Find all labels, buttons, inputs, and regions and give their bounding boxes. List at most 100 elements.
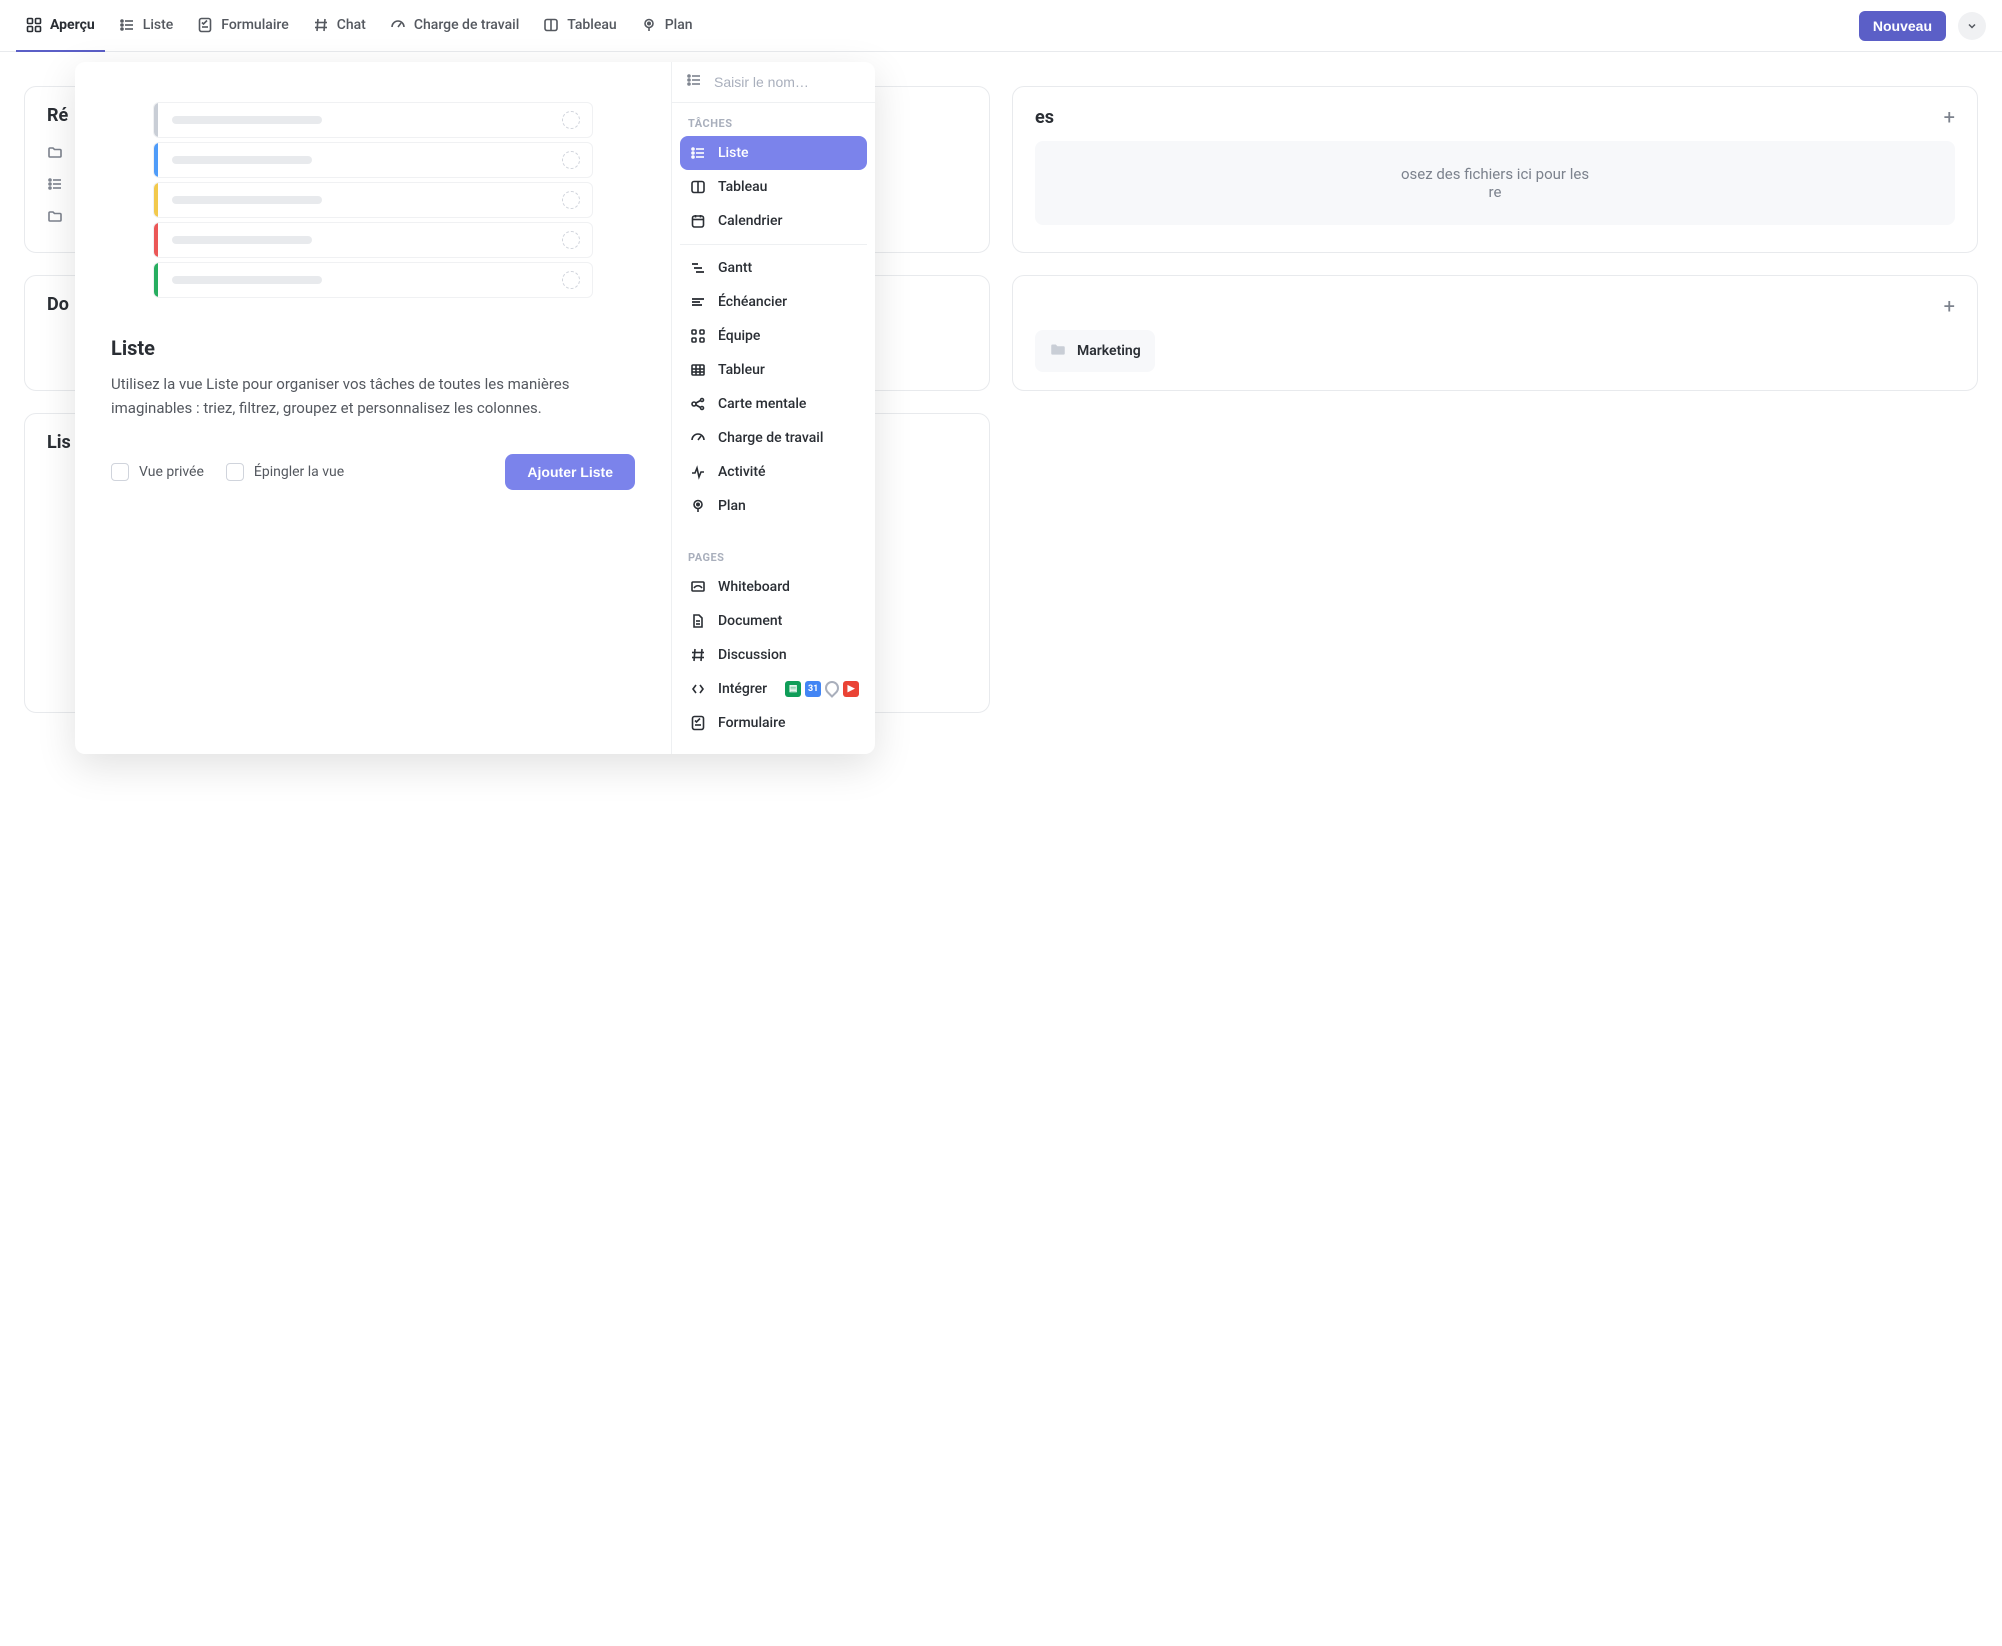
chevron-down-icon [1966, 20, 1978, 32]
timeline-icon [690, 294, 706, 310]
preview-graphic [153, 102, 593, 298]
list-icon [119, 17, 135, 33]
option-label: Intégrer [718, 681, 767, 697]
whiteboard-icon [690, 579, 706, 595]
board-icon [690, 179, 706, 195]
card-resources: es + osez des fichiers ici pour les re [1012, 86, 1978, 253]
topbar: Aperçu Liste Formulaire Chat Charge de t… [0, 0, 2002, 52]
option-label: Document [718, 613, 782, 629]
checkbox-label: Vue privée [139, 464, 204, 480]
view-option-carte-mentale[interactable]: Carte mentale [680, 387, 867, 421]
tab-label: Tableau [567, 17, 616, 33]
grid-icon [26, 17, 42, 33]
tab-formulaire[interactable]: Formulaire [187, 0, 298, 52]
card-title: Ré [47, 105, 68, 126]
view-option-calendrier[interactable]: Calendrier [680, 204, 867, 238]
dropzone[interactable]: osez des fichiers ici pour les re [1035, 141, 1955, 225]
tab-tableau[interactable]: Tableau [533, 0, 626, 52]
view-option-charge[interactable]: Charge de travail [680, 421, 867, 455]
popover-options-pane: Tâches Liste Tableau Calendrier Gantt [671, 62, 875, 754]
view-option-document[interactable]: Document [680, 604, 867, 638]
checkbox-private[interactable]: Vue privée [111, 463, 204, 481]
view-option-discussion[interactable]: Discussion [680, 638, 867, 672]
dropzone-text: osez des fichiers ici pour les [1059, 165, 1931, 183]
add-folder-button[interactable]: + [1944, 294, 1955, 318]
mindmap-icon [690, 396, 706, 412]
option-label: Liste [718, 145, 749, 161]
tab-label: Aperçu [50, 17, 95, 33]
option-label: Tableur [718, 362, 765, 378]
card-title: es [1035, 107, 1054, 128]
team-icon [690, 328, 706, 344]
card-title: Lis [47, 432, 71, 453]
checkbox-pin[interactable]: Épingler la vue [226, 463, 344, 481]
embed-service-icons: ▤ 31 ▶ [785, 681, 859, 697]
activity-icon [690, 464, 706, 480]
section-label-pages: Pages [672, 537, 875, 570]
card-folders: + Marketing [1012, 275, 1978, 391]
dropzone-text: re [1059, 183, 1931, 201]
view-option-formulaire[interactable]: Formulaire [680, 706, 867, 740]
option-label: Plan [718, 498, 746, 514]
tab-charge[interactable]: Charge de travail [380, 0, 529, 52]
option-label: Calendrier [718, 213, 782, 229]
tab-plan[interactable]: Plan [631, 0, 703, 52]
hash-icon [690, 647, 706, 663]
popover-description: Utilisez la vue Liste pour organiser vos… [111, 372, 635, 420]
checkbox-icon [111, 463, 129, 481]
tab-label: Charge de travail [414, 17, 519, 33]
maps-icon [825, 681, 839, 695]
board-icon [543, 17, 559, 33]
section-label-tasks: Tâches [672, 103, 875, 136]
view-option-plan[interactable]: Plan [680, 489, 867, 523]
option-label: Échéancier [718, 294, 787, 310]
pin-icon [641, 17, 657, 33]
tab-liste[interactable]: Liste [109, 0, 184, 52]
add-view-popover: Liste Utilisez la vue Liste pour organis… [75, 62, 875, 754]
tab-label: Liste [143, 17, 174, 33]
checkbox-label: Épingler la vue [254, 464, 344, 480]
add-list-button[interactable]: Ajouter Liste [505, 454, 635, 490]
tab-chat[interactable]: Chat [303, 0, 376, 52]
add-resource-button[interactable]: + [1944, 105, 1955, 129]
sheets-icon: ▤ [785, 681, 801, 697]
folder-icon [1049, 340, 1067, 362]
popover-search[interactable] [672, 62, 875, 103]
view-option-echeancier[interactable]: Échéancier [680, 285, 867, 319]
view-option-tableau[interactable]: Tableau [680, 170, 867, 204]
gcal-icon: 31 [805, 681, 821, 697]
option-label: Whiteboard [718, 579, 790, 595]
view-option-activite[interactable]: Activité [680, 455, 867, 489]
gauge-icon [690, 430, 706, 446]
list-icon [690, 145, 706, 161]
view-option-whiteboard[interactable]: Whiteboard [680, 570, 867, 604]
option-label: Tableau [718, 179, 767, 195]
view-option-equipe[interactable]: Équipe [680, 319, 867, 353]
gantt-icon [690, 260, 706, 276]
gauge-icon [390, 17, 406, 33]
list-icon [47, 176, 63, 196]
table-icon [690, 362, 706, 378]
youtube-icon: ▶ [843, 681, 859, 697]
view-option-liste[interactable]: Liste [680, 136, 867, 170]
folder-icon [47, 144, 63, 164]
search-input[interactable] [712, 73, 861, 91]
popover-title: Liste [111, 336, 635, 360]
option-label: Discussion [718, 647, 787, 663]
new-button[interactable]: Nouveau [1859, 11, 1946, 41]
option-label: Gantt [718, 260, 752, 276]
card-title: Do [47, 294, 69, 315]
hash-icon [313, 17, 329, 33]
tab-apercu[interactable]: Aperçu [16, 0, 105, 52]
folder-item-marketing[interactable]: Marketing [1035, 330, 1155, 372]
folder-label: Marketing [1077, 343, 1141, 359]
main-area: Ré es + osez des fichiers ici pour les r… [0, 62, 2002, 753]
view-option-gantt[interactable]: Gantt [680, 251, 867, 285]
view-option-tableur[interactable]: Tableur [680, 353, 867, 387]
embed-icon [690, 681, 706, 697]
form-icon [690, 715, 706, 731]
tab-label: Plan [665, 17, 693, 33]
tab-label: Chat [337, 17, 366, 33]
new-options-button[interactable] [1958, 12, 1986, 40]
view-option-integrer[interactable]: Intégrer ▤ 31 ▶ [680, 672, 867, 706]
